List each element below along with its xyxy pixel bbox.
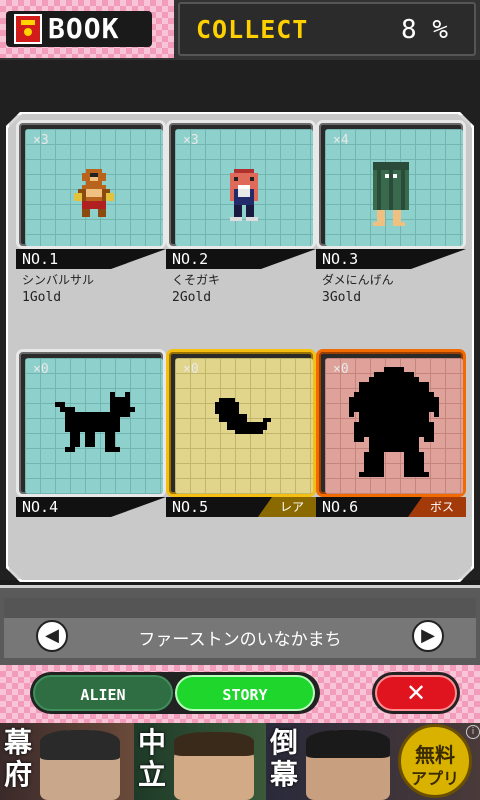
boss-silhouette-icon xyxy=(349,367,439,477)
ad-badge-line2: アプリ xyxy=(410,769,459,788)
card-price: 1Gold xyxy=(22,290,62,305)
card-number: NO.4 xyxy=(22,498,59,516)
card-number-bar: NO.5 レア xyxy=(166,497,316,517)
card-frame: ×0 xyxy=(166,349,316,497)
header: BOOK COLLECT 8 % xyxy=(0,0,480,60)
tab-story[interactable]: STORY xyxy=(175,675,315,711)
collect-bar: COLLECT 8 % xyxy=(178,2,476,56)
book-tab: BOOK xyxy=(0,0,174,58)
ad-badge-line1: 無料 xyxy=(415,743,455,767)
card-frame: ×3 xyxy=(16,120,166,249)
tab-group: ALIEN STORY xyxy=(30,672,320,714)
stage-name: ファーストンのいなかまち xyxy=(138,630,342,650)
card-count: ×3 xyxy=(183,133,199,148)
ad-hair-1 xyxy=(40,730,120,760)
close-icon: ✕ xyxy=(405,679,427,707)
card-number: NO.6 xyxy=(322,498,359,516)
ad-text-churitsu: 中立 xyxy=(138,726,167,791)
ad-free-app-badge: 無料 アプリ xyxy=(398,724,472,798)
card-number-bar: NO.1 xyxy=(16,249,166,269)
card-number: NO.3 xyxy=(322,250,359,268)
arrow-right-icon: ▶ xyxy=(421,625,435,646)
card-frame: ×0 xyxy=(316,349,466,497)
card-number: NO.5 xyxy=(172,498,209,516)
alien-card-4[interactable]: ×0 NO.4 xyxy=(16,349,166,526)
card-frame: ×3 xyxy=(166,120,316,249)
card-number-bar: NO.4 xyxy=(16,497,166,517)
card-number: NO.2 xyxy=(172,250,209,268)
close-button[interactable]: ✕ xyxy=(372,672,460,714)
blob-silhouette-icon xyxy=(215,398,271,434)
alien-card-3[interactable]: ×4 NO.3 ダメにんげん 3Gold xyxy=(316,120,466,305)
wolf-silhouette-icon xyxy=(55,392,135,452)
card-price: 3Gold xyxy=(322,290,362,305)
card-count: ×3 xyxy=(33,133,49,148)
alien-card-1[interactable]: ×3 NO.1 シンバルサル 1Gold xyxy=(16,120,166,305)
ad-hair-2 xyxy=(174,732,254,756)
card-number-bar: NO.3 xyxy=(316,249,466,269)
book-icon xyxy=(14,14,42,44)
card-count: ×0 xyxy=(33,362,49,377)
next-stage-button[interactable]: ▶ xyxy=(412,620,444,652)
ad-info-icon[interactable]: i xyxy=(466,725,480,739)
card-name: シンバルサル xyxy=(22,273,95,287)
card-count: ×0 xyxy=(333,362,349,377)
ad-segment-1: 幕府 xyxy=(0,723,134,800)
card-name: くそガキ xyxy=(172,273,221,287)
ad-segment-2: 中立 xyxy=(134,723,266,800)
card-number-bar: NO.2 xyxy=(166,249,316,269)
card-name: ダメにんげん xyxy=(322,273,394,287)
card-count: ×0 xyxy=(183,362,199,377)
collect-percentage: 8 % xyxy=(401,15,448,45)
ad-hair-3 xyxy=(306,730,390,758)
ad-text-tobaku: 倒幕 xyxy=(270,726,299,791)
trashcan-sprite-icon xyxy=(373,162,409,226)
card-frame: ×4 xyxy=(316,120,466,249)
card-number-bar: NO.6 ボス xyxy=(316,497,466,517)
alien-card-2[interactable]: ×3 NO.2 くそガキ 2Gold xyxy=(166,120,316,305)
collect-label: COLLECT xyxy=(196,15,309,44)
ad-text-bakufu: 幕府 xyxy=(4,726,33,791)
alien-card-6[interactable]: ×0 NO.6 ボス xyxy=(316,349,466,526)
tab-alien[interactable]: ALIEN xyxy=(33,675,173,711)
close-button-inner: ✕ xyxy=(375,675,457,711)
card-number: NO.1 xyxy=(22,250,59,268)
kid-sprite-icon xyxy=(230,169,258,221)
book-title: BOOK xyxy=(48,12,120,45)
card-frame: ×0 xyxy=(16,349,166,497)
alien-card-5[interactable]: ×0 NO.5 レア xyxy=(166,349,316,526)
card-count: ×4 xyxy=(333,133,349,148)
ad-banner[interactable]: 幕府 中立 倒幕 無料 アプリ xyxy=(0,723,480,800)
monkey-sprite-icon xyxy=(74,169,114,217)
card-price: 2Gold xyxy=(172,290,212,305)
